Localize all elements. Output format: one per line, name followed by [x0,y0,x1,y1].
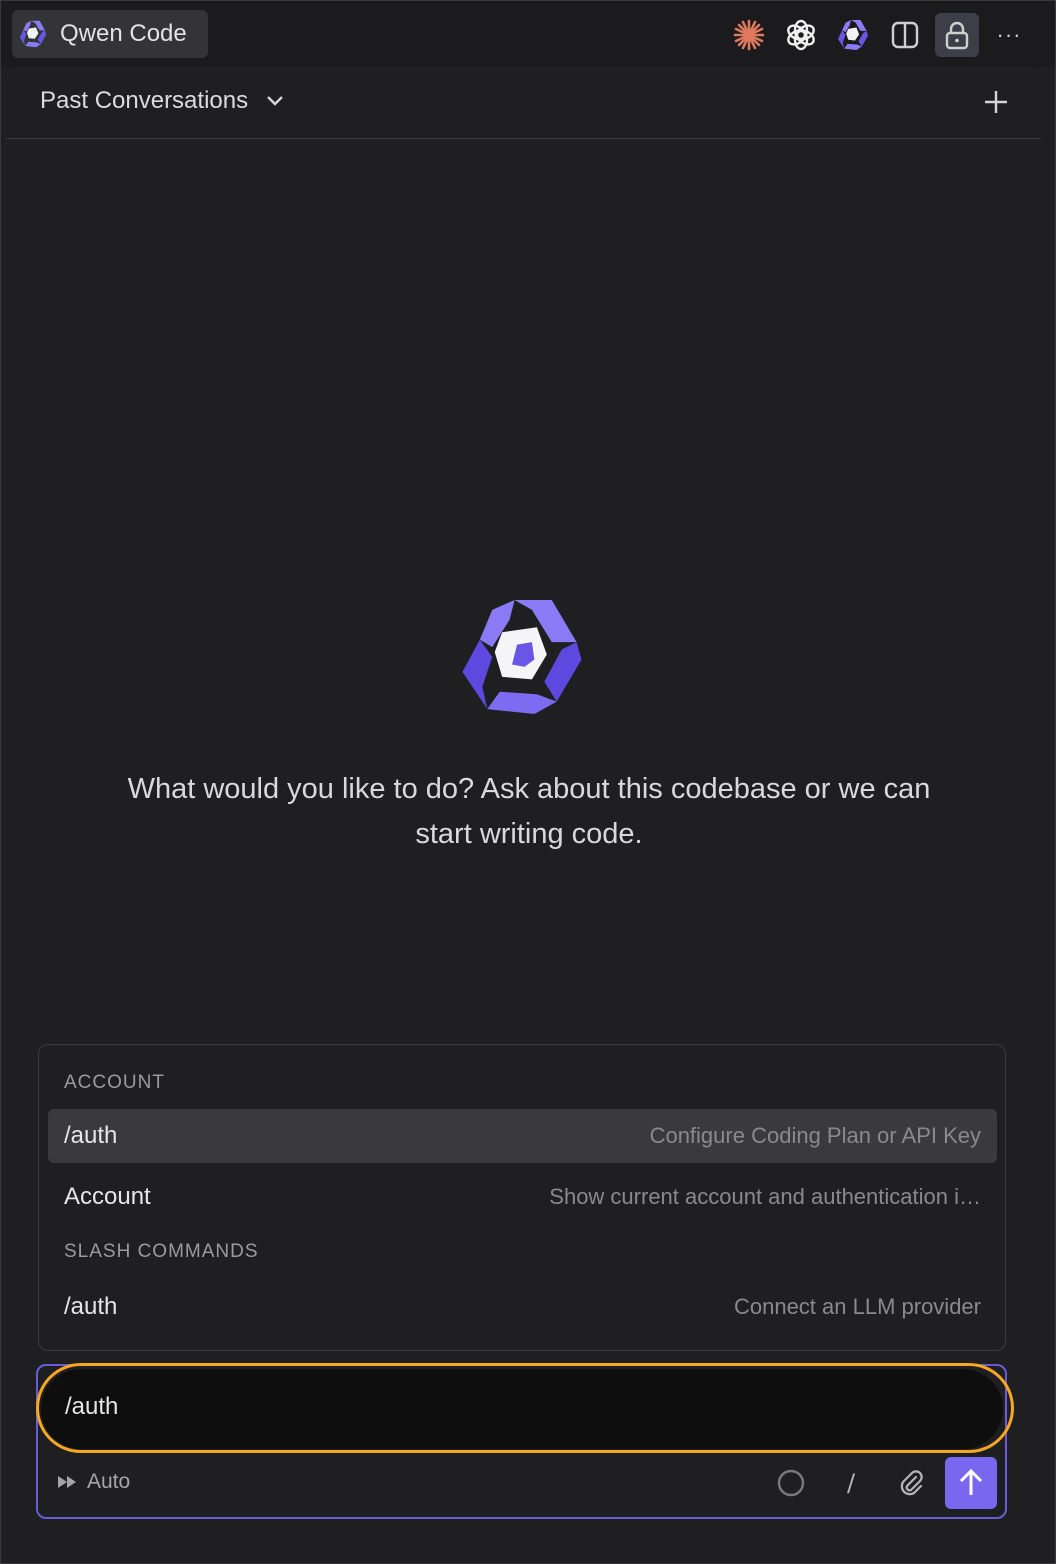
more-button[interactable]: ··· [987,13,1031,57]
app-window: Qwen Code ··· Past Conversations What wo… [0,0,1056,1564]
lock-button[interactable] [935,13,979,57]
suggestion-command: Account [64,1183,151,1210]
tab-qwen-code[interactable]: Qwen Code [12,10,208,58]
tab-bar: Qwen Code ··· [1,1,1055,67]
paperclip-icon [900,1470,923,1496]
tab-label: Qwen Code [60,20,187,47]
qwen-button[interactable] [831,13,875,57]
split-panel-button[interactable] [883,13,927,57]
split-panel-icon [891,21,919,49]
openai-button[interactable] [779,13,823,57]
mode-selector[interactable]: Auto [57,1470,130,1494]
suggestion-description: Configure Coding Plan or API Key [649,1123,981,1148]
suggestion-description: Show current account and authentication … [549,1184,981,1209]
circle-icon [777,1469,805,1497]
plus-icon[interactable] [981,87,1011,117]
attach-button[interactable] [891,1463,931,1503]
claude-button[interactable] [727,13,771,57]
slash-icon: / [846,1469,856,1497]
conversations-header: Past Conversations [6,67,1041,139]
toolbar: ··· [719,13,1031,57]
command-suggestions: ACCOUNT /auth Configure Coding Plan or A… [38,1044,1006,1351]
suggestion-item[interactable]: Account Show current account and authent… [48,1170,997,1224]
chevron-down-icon [267,96,283,106]
suggestion-command: /auth [64,1293,118,1320]
suggestion-item[interactable]: /auth Configure Coding Plan or API Key [48,1109,997,1163]
section-label-account: ACCOUNT [64,1072,165,1093]
lock-icon [945,21,969,50]
openai-icon [787,19,815,51]
fast-forward-icon [58,1476,76,1488]
send-button[interactable] [945,1457,997,1509]
past-conversations-title: Past Conversations [40,87,249,114]
section-label-slash-commands: SLASH COMMANDS [64,1241,259,1262]
arrow-up-icon [959,1468,983,1495]
mode-label: Auto [87,1470,131,1493]
chat-input[interactable] [65,1389,965,1425]
slash-command-button[interactable]: / [831,1463,871,1503]
qwen-logo-icon [838,20,868,50]
suggestion-description: Connect an LLM provider [733,1294,981,1319]
context-button[interactable] [771,1463,811,1503]
welcome-message: What would you like to do? Ask about thi… [127,773,931,850]
past-conversations-dropdown[interactable]: Past Conversations [40,87,284,115]
qwen-logo-icon [462,599,582,715]
claude-icon [733,19,765,51]
suggestion-item[interactable]: /auth Connect an LLM provider [48,1280,997,1334]
suggestion-command: /auth [64,1122,118,1149]
qwen-logo-icon [19,20,47,48]
more-icon: ··· [996,22,1022,47]
